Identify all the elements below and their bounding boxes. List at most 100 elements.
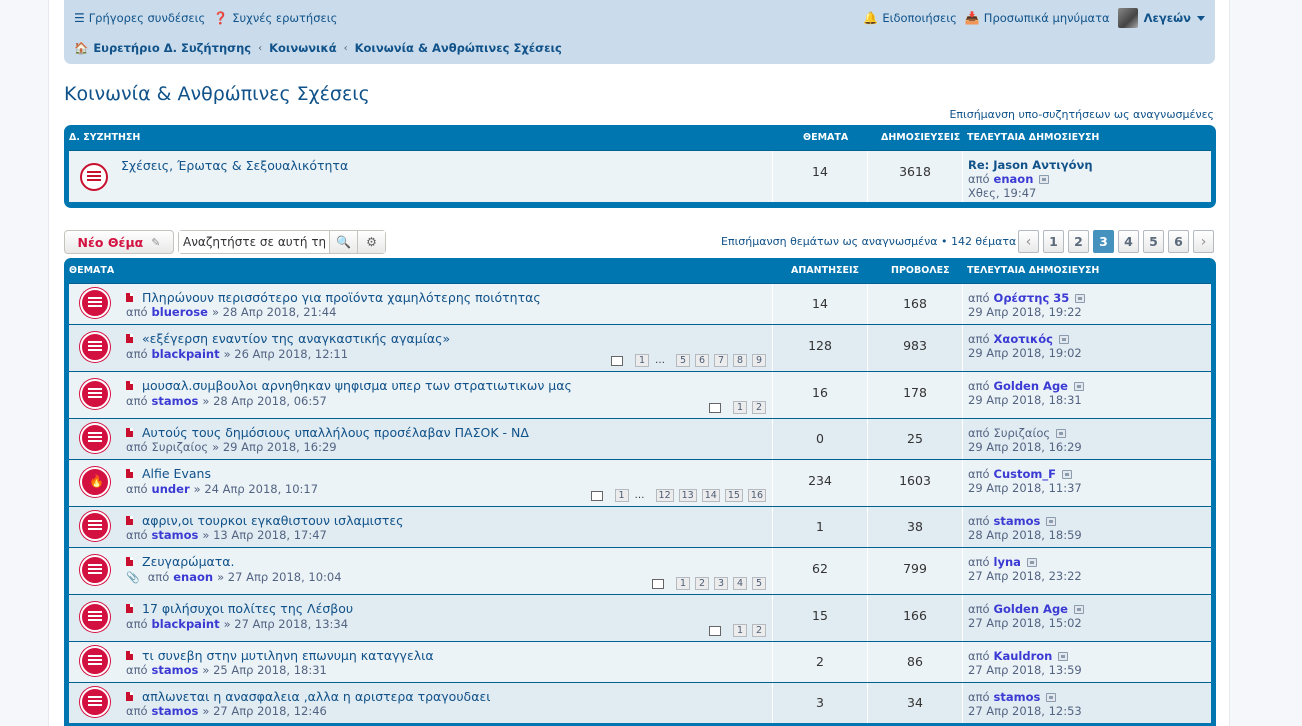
new-post-icon[interactable] bbox=[126, 692, 133, 701]
view-latest-post-icon[interactable] bbox=[1046, 692, 1057, 702]
page-button[interactable]: 6 bbox=[1168, 230, 1189, 253]
next-page-button[interactable]: › bbox=[1193, 230, 1214, 253]
topic-page-link[interactable]: 2 bbox=[752, 624, 766, 637]
topic-title-link[interactable]: Alfie Evans bbox=[142, 466, 211, 481]
last-post-user[interactable]: stamos bbox=[994, 514, 1041, 528]
topic-page-link[interactable]: 1 bbox=[733, 401, 747, 414]
advanced-search-button[interactable]: ⚙ bbox=[357, 231, 385, 253]
new-post-icon[interactable] bbox=[126, 334, 133, 343]
last-post-user[interactable]: Συριζαίος bbox=[994, 426, 1051, 440]
topic-title-link[interactable]: 17 φιλήσυχοι πολίτες της Λέσβου bbox=[142, 601, 353, 616]
topic-author[interactable]: bluerose bbox=[152, 305, 208, 319]
topic-page-link[interactable]: 16 bbox=[747, 489, 766, 502]
view-latest-post-icon[interactable] bbox=[1075, 293, 1086, 303]
topic-title-link[interactable]: Πληρώνουν περισσότερο για προϊόντα χαμηλ… bbox=[142, 290, 541, 305]
topic-author[interactable]: blackpaint bbox=[152, 347, 220, 361]
topic-title-link[interactable]: μουσαλ.συμβουλοι αρνηθηκαν ψηφισμα υπερ … bbox=[142, 378, 572, 393]
new-post-icon[interactable] bbox=[126, 604, 133, 613]
topic-page-link[interactable]: 1 bbox=[614, 489, 629, 502]
last-post-user[interactable]: Golden Age bbox=[994, 602, 1068, 616]
topic-page-link[interactable]: 3 bbox=[714, 577, 728, 590]
page-button[interactable]: 5 bbox=[1143, 230, 1164, 253]
breadcrumb-social[interactable]: Κοινωνικά bbox=[269, 41, 337, 55]
mark-topics-read-link[interactable]: Επισήμανση θεμάτων ως αναγνωσμένα • 142 … bbox=[721, 235, 1016, 248]
user-menu[interactable]: Λεγεών bbox=[1117, 8, 1205, 28]
search-button[interactable]: 🔍 bbox=[329, 231, 357, 253]
search-input[interactable] bbox=[179, 231, 329, 253]
last-post-user[interactable]: Kauldron bbox=[994, 649, 1053, 663]
topic-page-link[interactable]: 7 bbox=[714, 354, 728, 367]
topic-title-link[interactable]: «εξέγερση εναντίον της αναγκαστικής αγαμ… bbox=[142, 331, 450, 346]
topic-author[interactable]: stamos bbox=[152, 663, 199, 677]
topic-page-link[interactable]: 1 bbox=[733, 624, 747, 637]
topic-page-link[interactable]: 2 bbox=[752, 401, 766, 414]
topic-author[interactable]: Συριζαίος bbox=[152, 440, 209, 454]
new-post-icon[interactable] bbox=[126, 469, 133, 478]
new-post-icon[interactable] bbox=[126, 557, 133, 566]
topic-page-link[interactable]: 8 bbox=[733, 354, 747, 367]
topic-page-link[interactable]: 9 bbox=[752, 354, 766, 367]
topic-title-link[interactable]: απλωνεται η ανασφαλεια ,αλλα η αριστερα … bbox=[142, 689, 490, 704]
view-latest-post-icon[interactable] bbox=[1039, 174, 1050, 184]
topic-author[interactable]: blackpaint bbox=[152, 617, 220, 631]
new-topic-button[interactable]: Νέο Θέμα ✎ bbox=[64, 230, 174, 254]
breadcrumb-home[interactable]: 🏠 Ευρετήριο Δ. Συζήτησης bbox=[74, 41, 251, 55]
topic-row: Alfie Evansαπόunder» 24 Απρ 2018, 10:171… bbox=[69, 459, 1211, 506]
topic-title-link[interactable]: Ζευγαρώματα. bbox=[142, 554, 235, 569]
topic-title-link[interactable]: τι συνεβη στην μυτιληνη επωνυμη καταγγελ… bbox=[142, 648, 434, 663]
topic-page-link[interactable]: 1 bbox=[676, 577, 690, 590]
mark-subforums-read-link[interactable]: Επισήμανση υπο-συζητήσεων ως αναγνωσμένε… bbox=[949, 108, 1214, 121]
last-post-user[interactable]: Ορέστης 35 bbox=[994, 291, 1070, 305]
last-post-user[interactable]: stamos bbox=[994, 690, 1041, 704]
messages-link[interactable]: 📥 Προσωπικά μηνύματα bbox=[965, 11, 1110, 25]
topic-page-link[interactable]: 1 bbox=[635, 354, 649, 367]
view-latest-post-icon[interactable] bbox=[1073, 381, 1084, 391]
previous-page-button[interactable]: ‹ bbox=[1018, 230, 1039, 253]
topic-page-link[interactable]: 12 bbox=[655, 489, 674, 502]
topic-page-link[interactable]: 5 bbox=[752, 577, 766, 590]
view-latest-post-icon[interactable] bbox=[1056, 428, 1067, 438]
new-post-icon[interactable] bbox=[126, 651, 133, 660]
view-latest-post-icon[interactable] bbox=[1046, 516, 1057, 526]
last-post-user[interactable]: Golden Age bbox=[994, 379, 1068, 393]
faq-link[interactable]: ❓ Συχνές ερωτήσεις bbox=[213, 11, 337, 25]
view-latest-post-icon[interactable] bbox=[1026, 557, 1037, 567]
topic-author[interactable]: under bbox=[152, 482, 190, 496]
topic-title-link[interactable]: Αυτούς τους δημόσιους υπαλλήλους προσέλα… bbox=[142, 425, 529, 440]
view-latest-post-icon[interactable] bbox=[1062, 469, 1073, 479]
topic-author[interactable]: stamos bbox=[152, 394, 199, 408]
last-post-user[interactable]: lyna bbox=[994, 555, 1021, 569]
new-post-icon[interactable] bbox=[126, 293, 133, 302]
page-button[interactable]: 4 bbox=[1118, 230, 1139, 253]
quick-links-menu[interactable]: ☰ Γρήγορες συνδέσεις bbox=[74, 11, 205, 25]
new-post-icon[interactable] bbox=[126, 381, 133, 390]
new-post-icon[interactable] bbox=[126, 516, 133, 525]
page-button[interactable]: 1 bbox=[1043, 230, 1064, 253]
last-post-user[interactable]: Χαοτικός bbox=[994, 332, 1053, 346]
last-post-user[interactable]: Custom_F bbox=[994, 467, 1056, 481]
topic-page-link[interactable]: 2 bbox=[695, 577, 709, 590]
topic-page-link[interactable]: 4 bbox=[733, 577, 747, 590]
topic-author[interactable]: enaon bbox=[173, 570, 213, 584]
page-button[interactable]: 2 bbox=[1068, 230, 1089, 253]
current-page-button[interactable]: 3 bbox=[1093, 230, 1114, 253]
breadcrumb-current[interactable]: Κοινωνία & Ανθρώπινες Σχέσεις bbox=[355, 41, 562, 55]
view-latest-post-icon[interactable] bbox=[1058, 334, 1069, 344]
topic-page-link[interactable]: 14 bbox=[701, 489, 720, 502]
topic-page-link[interactable]: 5 bbox=[676, 354, 690, 367]
forum-title-link[interactable]: Σχέσεις, Έρωτας & Σεξουαλικότητα bbox=[121, 158, 348, 173]
notifications-link[interactable]: 🔔 Ειδοποιήσεις bbox=[863, 11, 956, 25]
topic-page-link[interactable]: 6 bbox=[695, 354, 709, 367]
topic-title-link[interactable]: αφριν,οι τουρκοι εγκαθιστουν ισλαμιστες bbox=[142, 513, 403, 528]
new-post-icon[interactable] bbox=[126, 428, 133, 437]
view-latest-post-icon[interactable] bbox=[1058, 651, 1069, 661]
topic-author[interactable]: stamos bbox=[152, 704, 199, 718]
view-latest-post-icon[interactable] bbox=[1073, 604, 1084, 614]
topic-page-link[interactable]: 13 bbox=[678, 489, 697, 502]
topic-page-link[interactable]: 15 bbox=[724, 489, 743, 502]
forum-last-post-title[interactable]: Re: Jason Αντιγόνη bbox=[968, 158, 1093, 172]
hamburger-icon: ☰ bbox=[74, 11, 85, 25]
page-title[interactable]: Κοινωνία & Ανθρώπινες Σχέσεις bbox=[64, 83, 370, 105]
topic-author[interactable]: stamos bbox=[152, 528, 199, 542]
forum-last-user[interactable]: enaon bbox=[994, 172, 1034, 186]
